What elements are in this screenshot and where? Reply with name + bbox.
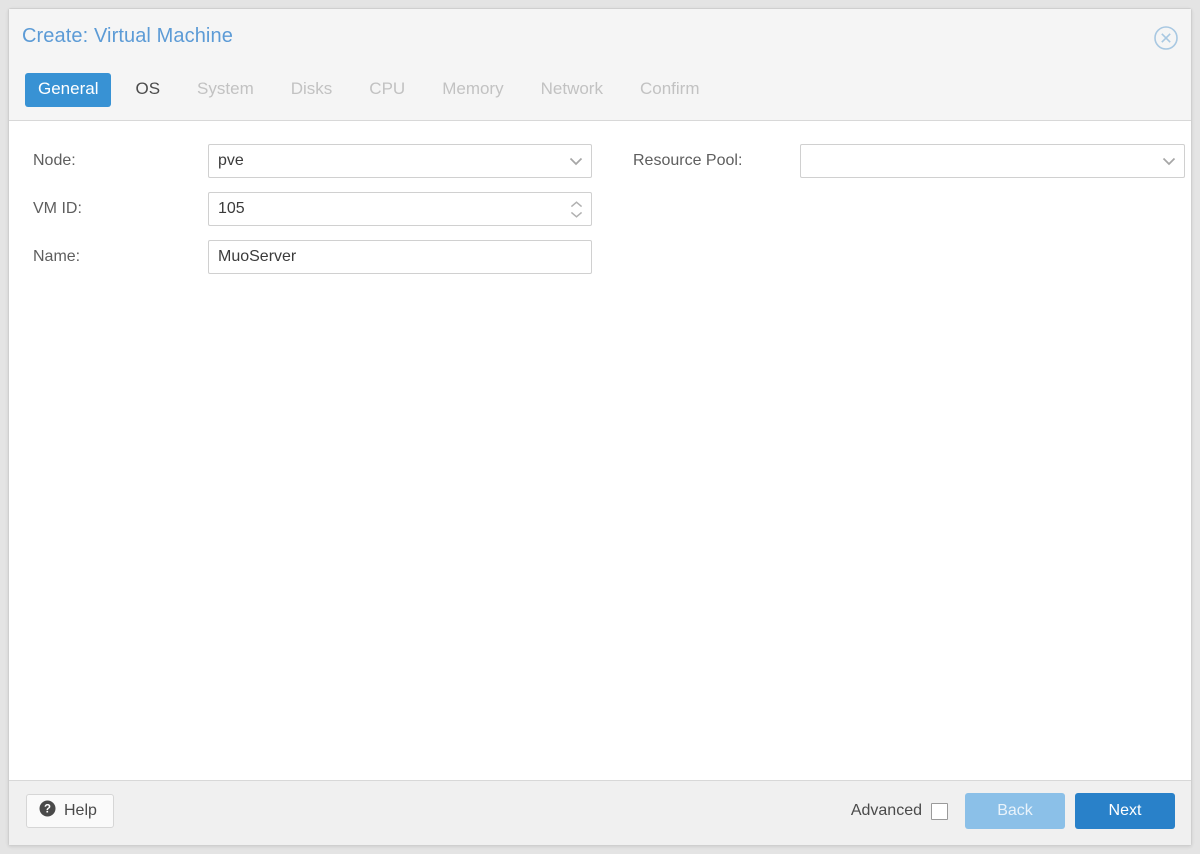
node-combobox[interactable]: pve (208, 144, 592, 178)
spinner-arrows-icon[interactable] (561, 193, 591, 225)
tab-bar: General OS System Disks CPU Memory Netwo… (9, 67, 1191, 121)
name-value: MuoServer (218, 241, 559, 273)
vmid-label: VM ID: (9, 200, 208, 218)
tab-confirm: Confirm (627, 73, 713, 107)
field-node: Node: pve (9, 137, 601, 185)
help-button[interactable]: ? Help (26, 794, 114, 828)
tab-system: System (184, 73, 267, 107)
svg-text:?: ? (44, 804, 51, 816)
chevron-down-glyph (1162, 157, 1176, 166)
close-circle-glyph (1152, 24, 1180, 52)
form-column-right: Resource Pool: (609, 137, 1193, 185)
tab-memory: Memory (429, 73, 516, 107)
advanced-label: Advanced (851, 802, 922, 820)
question-circle-glyph: ? (39, 800, 56, 817)
spinner-down-glyph[interactable] (570, 211, 583, 218)
resource-pool-label: Resource Pool: (609, 152, 800, 170)
field-name: Name: MuoServer (9, 233, 601, 281)
node-value: pve (218, 145, 559, 177)
create-vm-dialog: Create: Virtual Machine General OS Syste… (8, 8, 1192, 846)
tab-general[interactable]: General (25, 73, 111, 107)
question-circle-icon: ? (39, 800, 56, 822)
tab-network: Network (528, 73, 616, 107)
advanced-checkbox[interactable] (931, 803, 948, 820)
field-vmid: VM ID: 105 (9, 185, 601, 233)
chevron-down-glyph (569, 157, 583, 166)
tab-cpu: CPU (356, 73, 418, 107)
tab-disks: Disks (278, 73, 346, 107)
dialog-footer: ? Help Advanced Back Next (9, 781, 1191, 845)
form-column-left: Node: pve VM ID: 105 (9, 137, 601, 281)
footer-actions: Advanced Back Next (851, 793, 1175, 829)
back-button[interactable]: Back (965, 793, 1065, 829)
resource-pool-combobox[interactable] (800, 144, 1185, 178)
help-label: Help (64, 802, 97, 820)
chevron-down-icon[interactable] (561, 145, 591, 177)
vmid-value: 105 (218, 193, 559, 225)
chevron-down-icon[interactable] (1154, 145, 1184, 177)
resource-pool-value (810, 145, 1152, 177)
name-input[interactable]: MuoServer (208, 240, 592, 274)
dialog-header: Create: Virtual Machine (9, 9, 1191, 67)
dialog-title: Create: Virtual Machine (22, 25, 233, 48)
tab-os[interactable]: OS (122, 73, 173, 107)
node-label: Node: (9, 152, 208, 170)
spinner-up-glyph[interactable] (570, 201, 583, 208)
vmid-input[interactable]: 105 (208, 192, 592, 226)
next-button[interactable]: Next (1075, 793, 1175, 829)
field-resource-pool: Resource Pool: (609, 137, 1193, 185)
close-circle-icon[interactable] (1152, 24, 1180, 52)
name-label: Name: (9, 248, 208, 266)
dialog-body: Node: pve VM ID: 105 (9, 121, 1191, 781)
